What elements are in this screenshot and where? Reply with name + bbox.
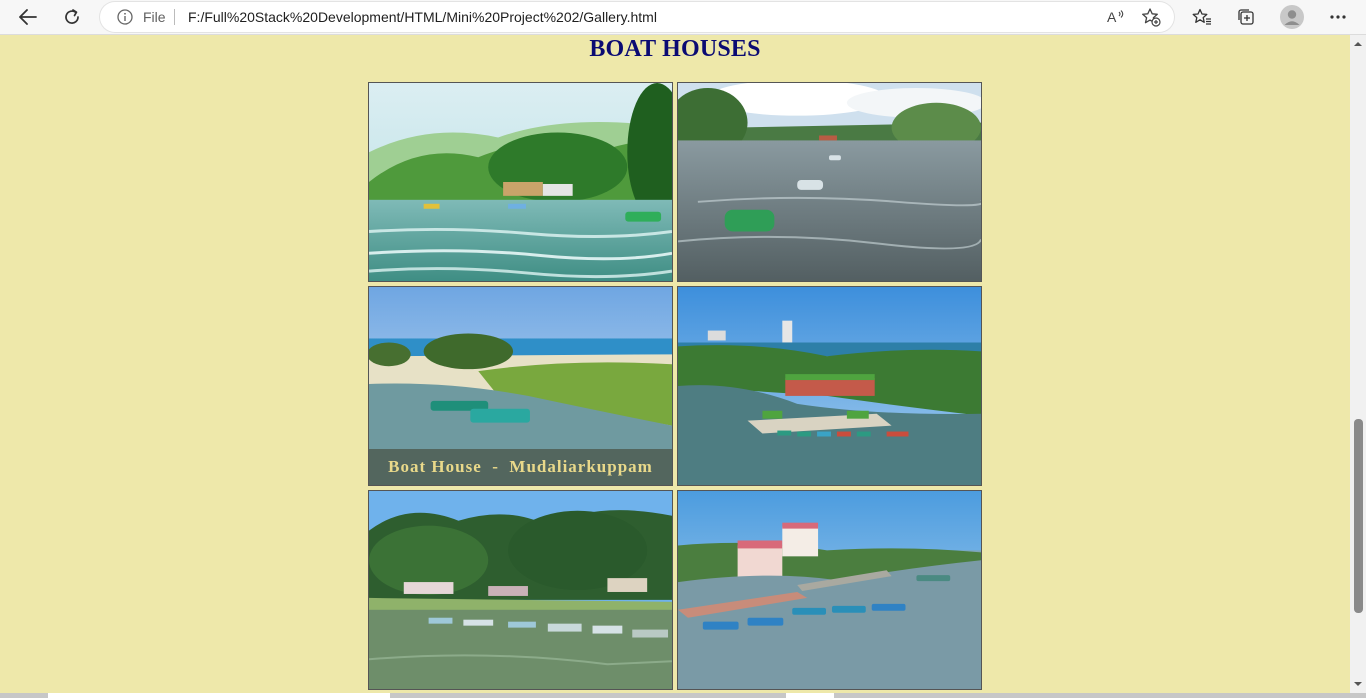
gallery-photo-6 — [677, 490, 982, 690]
profile-avatar-icon[interactable] — [1277, 3, 1307, 31]
scrollbar-thumb[interactable] — [1354, 419, 1363, 613]
collections-icon[interactable] — [1231, 3, 1261, 31]
page-viewport: BOAT HOUSES Boat House - Mudaliarkuppam — [0, 35, 1350, 693]
vertical-scrollbar[interactable] — [1350, 35, 1366, 693]
scroll-up-arrow-icon[interactable] — [1353, 39, 1363, 49]
boat-house-photo-1 — [369, 83, 672, 281]
boat-house-photo-5 — [369, 491, 672, 689]
taskbar-strip — [0, 693, 1366, 698]
svg-text:A: A — [1107, 9, 1117, 25]
refresh-icon[interactable] — [57, 3, 87, 31]
add-favorite-icon[interactable] — [1141, 7, 1161, 31]
taskbar-item — [786, 693, 834, 698]
gallery-photo-1 — [368, 82, 673, 282]
taskbar-item — [48, 693, 390, 698]
url-text[interactable]: F:/Full%20Stack%20Development/HTML/Mini%… — [188, 9, 657, 25]
file-label: File — [143, 9, 166, 25]
gallery-photo-3: Boat House - Mudaliarkuppam — [368, 286, 673, 486]
more-menu-icon[interactable] — [1323, 3, 1353, 31]
favorites-icon[interactable] — [1187, 3, 1217, 31]
boat-house-photo-2 — [678, 83, 981, 281]
address-bar[interactable]: File F:/Full%20Stack%20Development/HTML/… — [100, 2, 1174, 32]
scroll-down-arrow-icon[interactable] — [1353, 679, 1363, 689]
photo-caption: Boat House - Mudaliarkuppam — [369, 449, 672, 485]
gallery-photo-2 — [677, 82, 982, 282]
gallery-photo-5 — [368, 490, 673, 690]
back-arrow-icon[interactable] — [13, 3, 43, 31]
browser-toolbar: File F:/Full%20Stack%20Development/HTML/… — [0, 0, 1366, 35]
boat-house-photo-4 — [678, 287, 981, 485]
info-icon[interactable] — [117, 9, 133, 29]
page-title: BOAT HOUSES — [589, 36, 761, 62]
address-separator — [174, 9, 175, 25]
read-aloud-icon[interactable]: A — [1106, 7, 1126, 31]
boat-house-photo-6 — [678, 491, 981, 689]
gallery-photo-4 — [677, 286, 982, 486]
